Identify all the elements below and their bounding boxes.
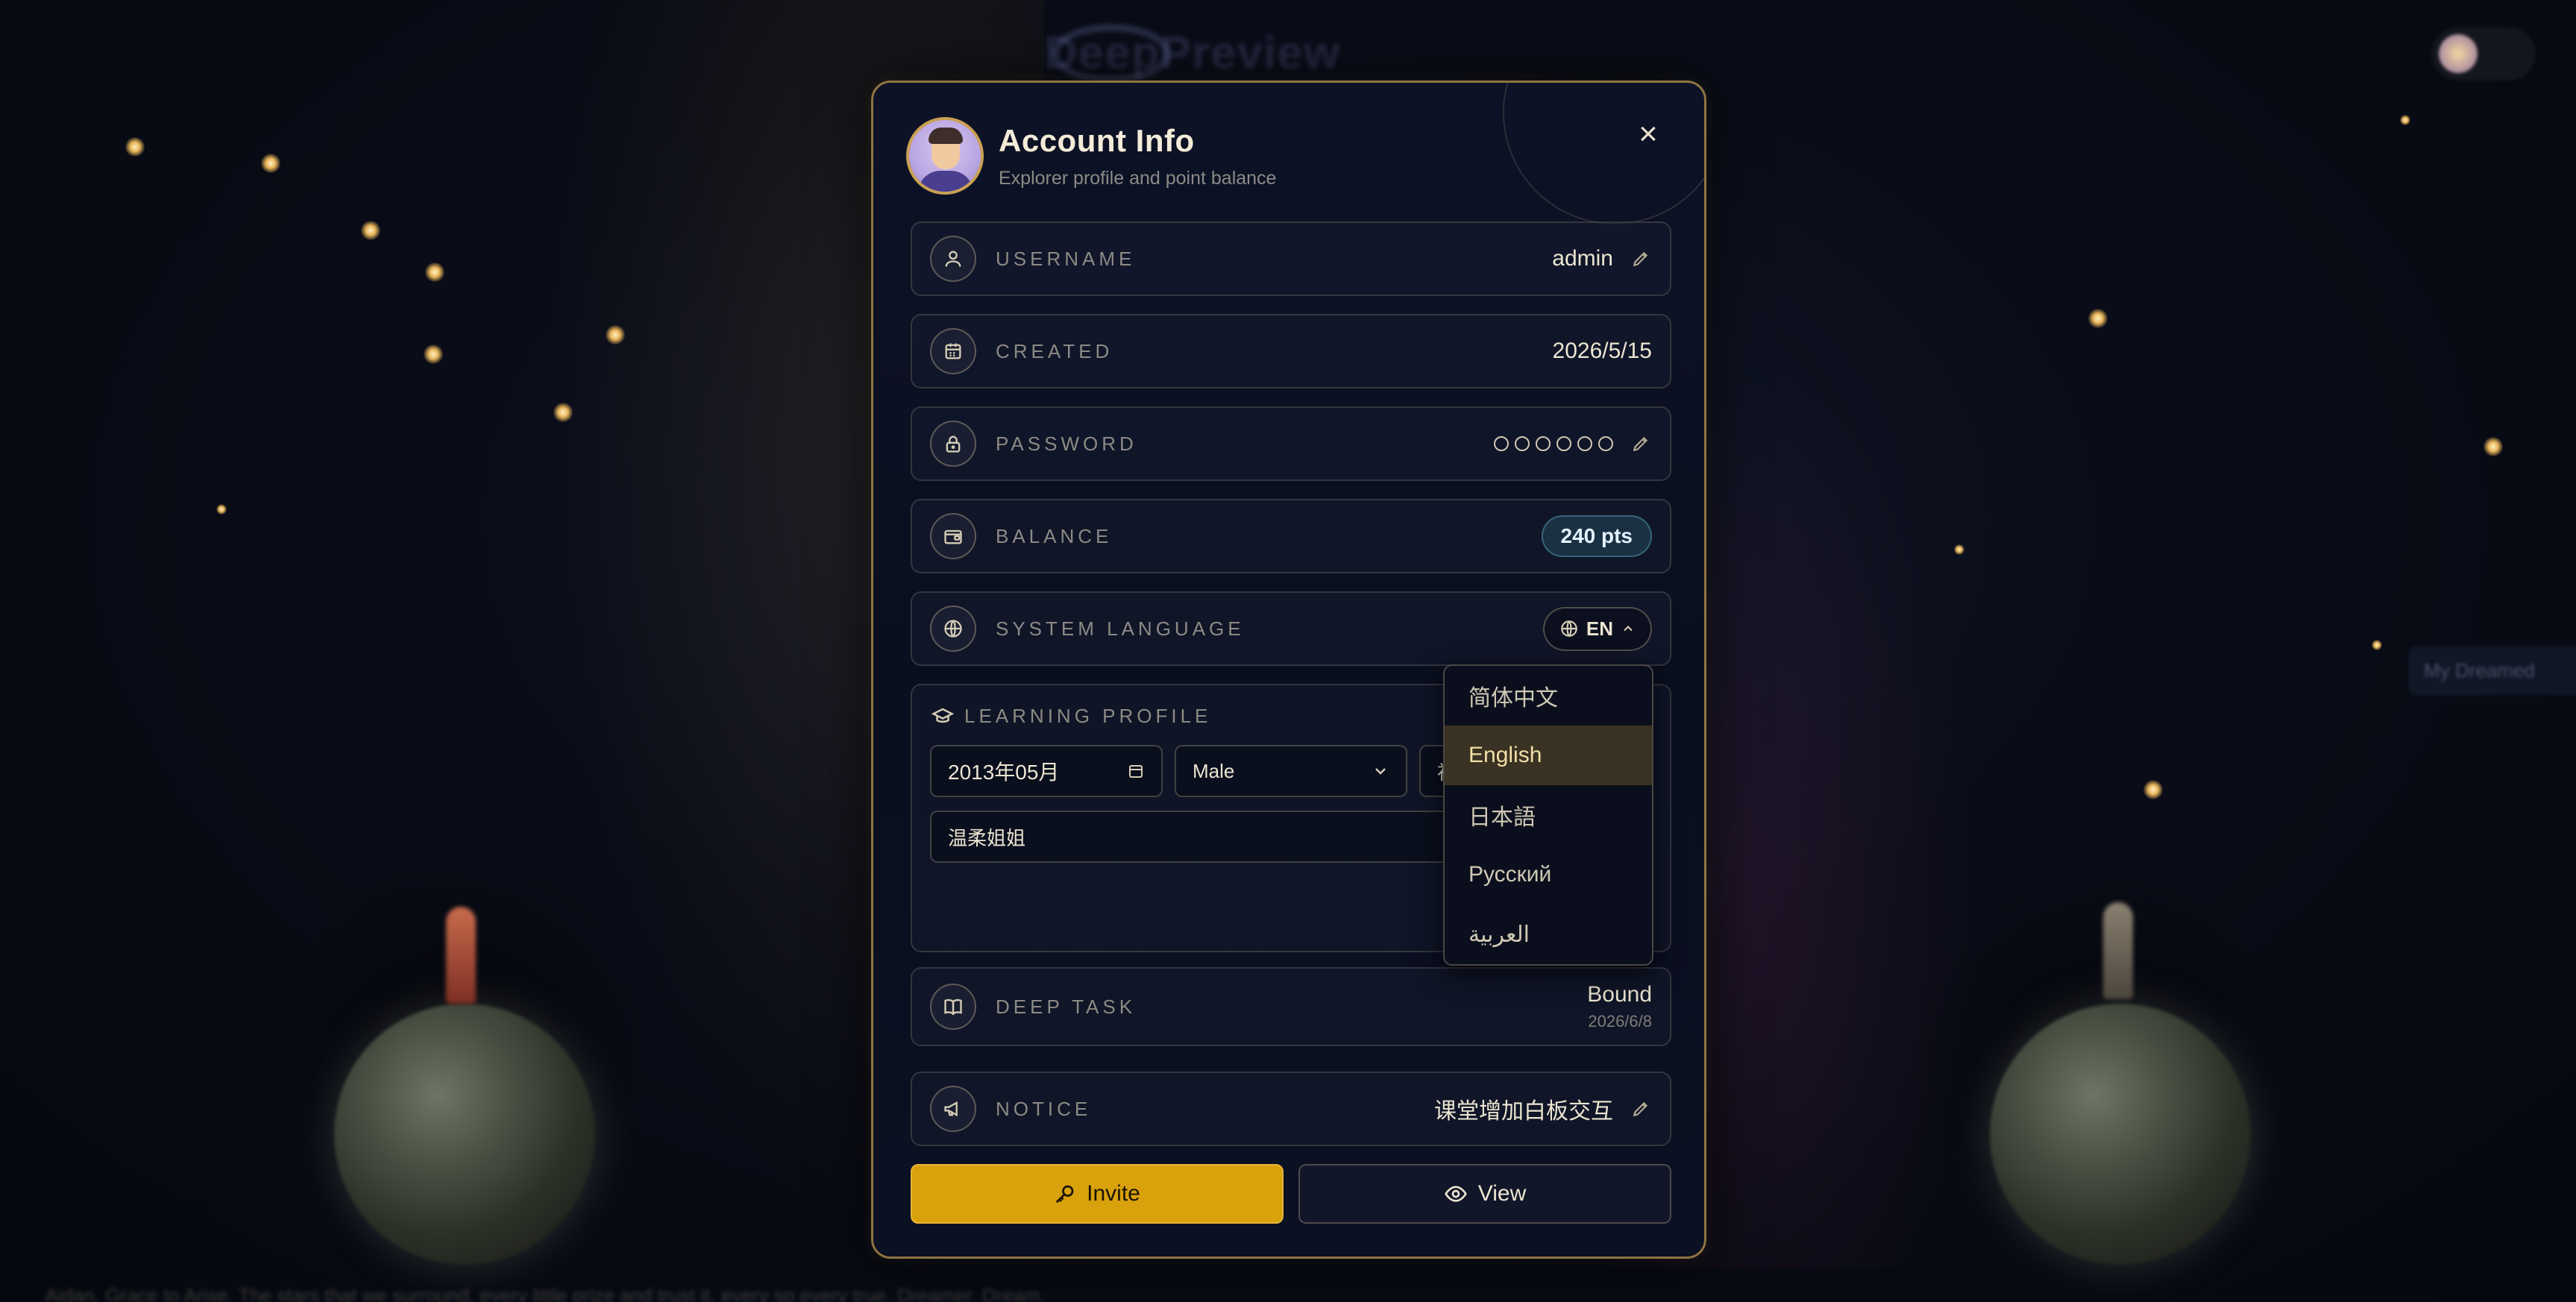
edit-notice-icon[interactable]	[1630, 1098, 1652, 1120]
star	[424, 345, 443, 364]
view-button[interactable]: View	[1298, 1164, 1671, 1224]
planet-right	[1990, 1004, 2251, 1265]
star	[1954, 544, 1964, 555]
background-text: Aidan, Grace to Arise. The stars that we…	[45, 1284, 1046, 1302]
deep-task-status: Bound	[1587, 982, 1652, 1007]
language-select-button[interactable]: EN	[1542, 606, 1652, 651]
user-menu-button[interactable]	[2431, 27, 2536, 81]
username-value: admin	[1552, 246, 1613, 271]
learning-profile-label: LEARNING PROFILE	[964, 705, 1212, 727]
star	[2143, 780, 2163, 799]
decorative-arc	[1503, 83, 1704, 224]
balance-label: BALANCE	[996, 524, 1113, 547]
star	[2088, 309, 2108, 328]
invite-button[interactable]: Invite	[911, 1164, 1284, 1224]
language-option-ru[interactable]: Русский	[1445, 845, 1652, 905]
password-label: PASSWORD	[996, 432, 1137, 455]
edit-password-icon[interactable]	[1630, 433, 1652, 455]
megaphone-icon	[930, 1086, 976, 1132]
star	[261, 154, 280, 173]
star	[425, 262, 444, 282]
password-row: PASSWORD	[911, 406, 1671, 481]
star	[125, 137, 145, 157]
deep-task-label: DEEP TASK	[996, 995, 1137, 1018]
account-info-dialog: × Account Info Explorer profile and poin…	[871, 81, 1706, 1259]
figure-left	[446, 907, 476, 1004]
language-option-ar[interactable]: العربية	[1445, 905, 1652, 964]
star	[553, 403, 573, 422]
username-label: USERNAME	[996, 247, 1136, 270]
created-value: 2026/5/15	[1552, 339, 1652, 363]
lock-icon	[930, 421, 976, 467]
eye-icon	[1444, 1186, 1467, 1202]
dialog-title: Account Info	[999, 122, 1195, 158]
notice-label: NOTICE	[996, 1097, 1092, 1120]
calendar-icon	[930, 328, 976, 374]
close-button[interactable]: ×	[1630, 116, 1667, 153]
created-label: CREATED	[996, 339, 1113, 362]
planet-left	[334, 1004, 595, 1265]
dialog-header: Account Info Explorer profile and point …	[906, 117, 1276, 195]
book-icon	[930, 984, 976, 1030]
star	[2400, 115, 2410, 125]
invite-button-label: Invite	[1087, 1181, 1140, 1206]
star	[216, 504, 227, 515]
language-value: EN	[1586, 617, 1613, 640]
notice-value: 课堂增加白板交互	[1434, 1099, 1613, 1124]
language-option-ja[interactable]: 日本語	[1445, 785, 1652, 845]
globe-icon	[930, 606, 976, 652]
balance-badge: 240 pts	[1541, 515, 1652, 557]
avatar	[2439, 34, 2478, 73]
star	[606, 325, 625, 345]
key-icon	[1055, 1185, 1074, 1204]
birth-month-input[interactable]: 2013年05月	[930, 745, 1163, 797]
star	[2484, 437, 2503, 456]
graduation-cap-icon	[932, 708, 954, 723]
edit-username-icon[interactable]	[1630, 248, 1652, 270]
wallet-icon	[930, 513, 976, 559]
figure-right	[2103, 902, 2133, 999]
notice-row: NOTICE 课堂增加白板交互	[911, 1072, 1671, 1146]
chevron-down-icon	[1375, 768, 1386, 775]
gender-select[interactable]: Male	[1175, 745, 1407, 797]
deep-task-row: DEEP TASK Bound 2026/6/8	[911, 967, 1671, 1046]
avatar	[906, 117, 984, 195]
star	[361, 221, 380, 240]
chevron-up-icon	[1624, 626, 1633, 632]
star	[2372, 640, 2382, 650]
password-masked-value	[1494, 436, 1613, 451]
balance-row: BALANCE 240 pts	[911, 499, 1671, 573]
language-option-en[interactable]: English	[1445, 726, 1652, 785]
user-icon	[930, 236, 976, 282]
system-language-label: SYSTEM LANGUAGE	[996, 617, 1245, 640]
calendar-icon[interactable]	[1127, 762, 1145, 780]
view-button-label: View	[1477, 1181, 1527, 1206]
side-tab[interactable]: My Dreamed	[2409, 646, 2576, 695]
system-language-row: SYSTEM LANGUAGE EN	[911, 591, 1671, 666]
language-option-zh[interactable]: 简体中文	[1445, 666, 1652, 726]
dialog-subtitle: Explorer profile and point balance	[999, 167, 1277, 189]
created-row: CREATED 2026/5/15	[911, 314, 1671, 389]
brand-name: DeepPreview	[1044, 28, 1340, 79]
language-dropdown-menu: 简体中文 English 日本語 Русский العربية	[1443, 664, 1653, 966]
deep-task-date: 2026/6/8	[1588, 1012, 1652, 1031]
username-row: USERNAME admin	[911, 221, 1671, 296]
globe-icon	[1561, 620, 1577, 637]
